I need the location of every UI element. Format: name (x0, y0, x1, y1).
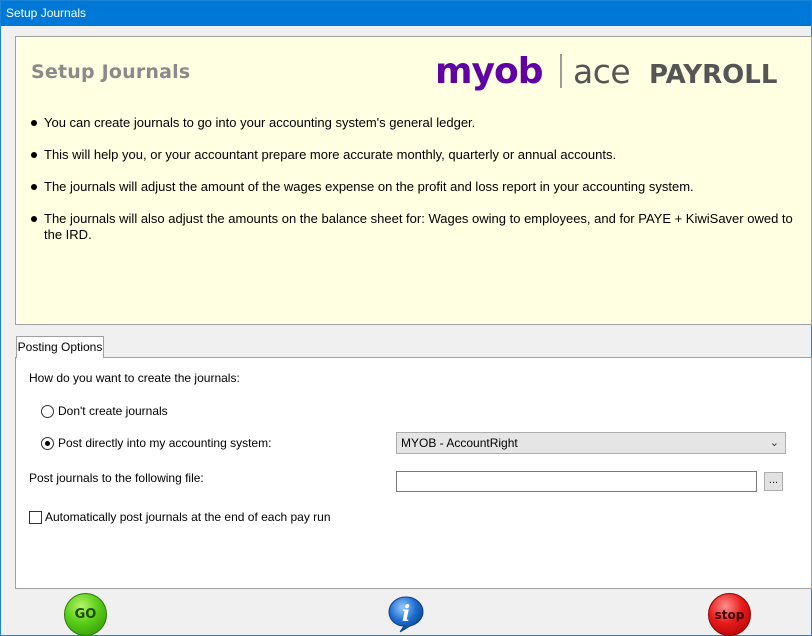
myob-ace-payroll-logo: myob ace PAYROLL (435, 51, 777, 92)
auto-post-checkbox-row[interactable]: Automatically post journals at the end o… (29, 510, 331, 524)
info-icon[interactable]: i (387, 595, 425, 633)
go-button[interactable]: GO (64, 593, 107, 636)
create-journals-question: How do you want to create the journals: (29, 371, 240, 385)
info-bullet: This will help you, or your accountant p… (28, 147, 803, 163)
auto-post-checkbox[interactable] (29, 510, 42, 524)
info-bullet-list: You can create journals to go into your … (28, 115, 803, 259)
radio-button[interactable] (41, 404, 54, 418)
radio-label: Don't create journals (58, 404, 168, 418)
stop-button[interactable]: stop (708, 593, 751, 636)
radio-post-directly[interactable]: Post directly into my accounting system: (41, 436, 271, 450)
info-bullet: The journals will also adjust the amount… (28, 211, 803, 243)
svg-text:myob: myob (435, 51, 543, 92)
radio-button[interactable] (41, 436, 54, 450)
file-label: Post journals to the following file: (29, 471, 204, 485)
setup-journals-window: Setup Journals Setup Journals myob ace P… (0, 0, 812, 636)
info-glyph: i (402, 601, 410, 627)
chevron-down-icon: ⌄ (769, 437, 779, 449)
svg-text:ace: ace (573, 52, 630, 91)
auto-post-label: Automatically post journals at the end o… (45, 510, 331, 524)
info-panel: Setup Journals myob ace PAYROLL You can … (15, 36, 812, 325)
svg-text:PAYROLL: PAYROLL (649, 60, 777, 90)
info-heading: Setup Journals (31, 61, 191, 83)
tab-posting-options[interactable]: Posting Options (16, 336, 104, 358)
accounting-system-select[interactable]: MYOB - AccountRight ⌄ (396, 432, 786, 454)
browse-button[interactable]: ... (764, 472, 783, 491)
radio-label: Post directly into my accounting system: (58, 436, 272, 450)
window-title: Setup Journals (1, 1, 811, 26)
info-bullet: The journals will adjust the amount of t… (28, 179, 803, 195)
radio-dont-create[interactable]: Don't create journals (41, 404, 168, 418)
journal-file-input[interactable] (396, 471, 757, 492)
select-value: MYOB - AccountRight (401, 436, 518, 450)
info-bullet: You can create journals to go into your … (28, 115, 803, 131)
